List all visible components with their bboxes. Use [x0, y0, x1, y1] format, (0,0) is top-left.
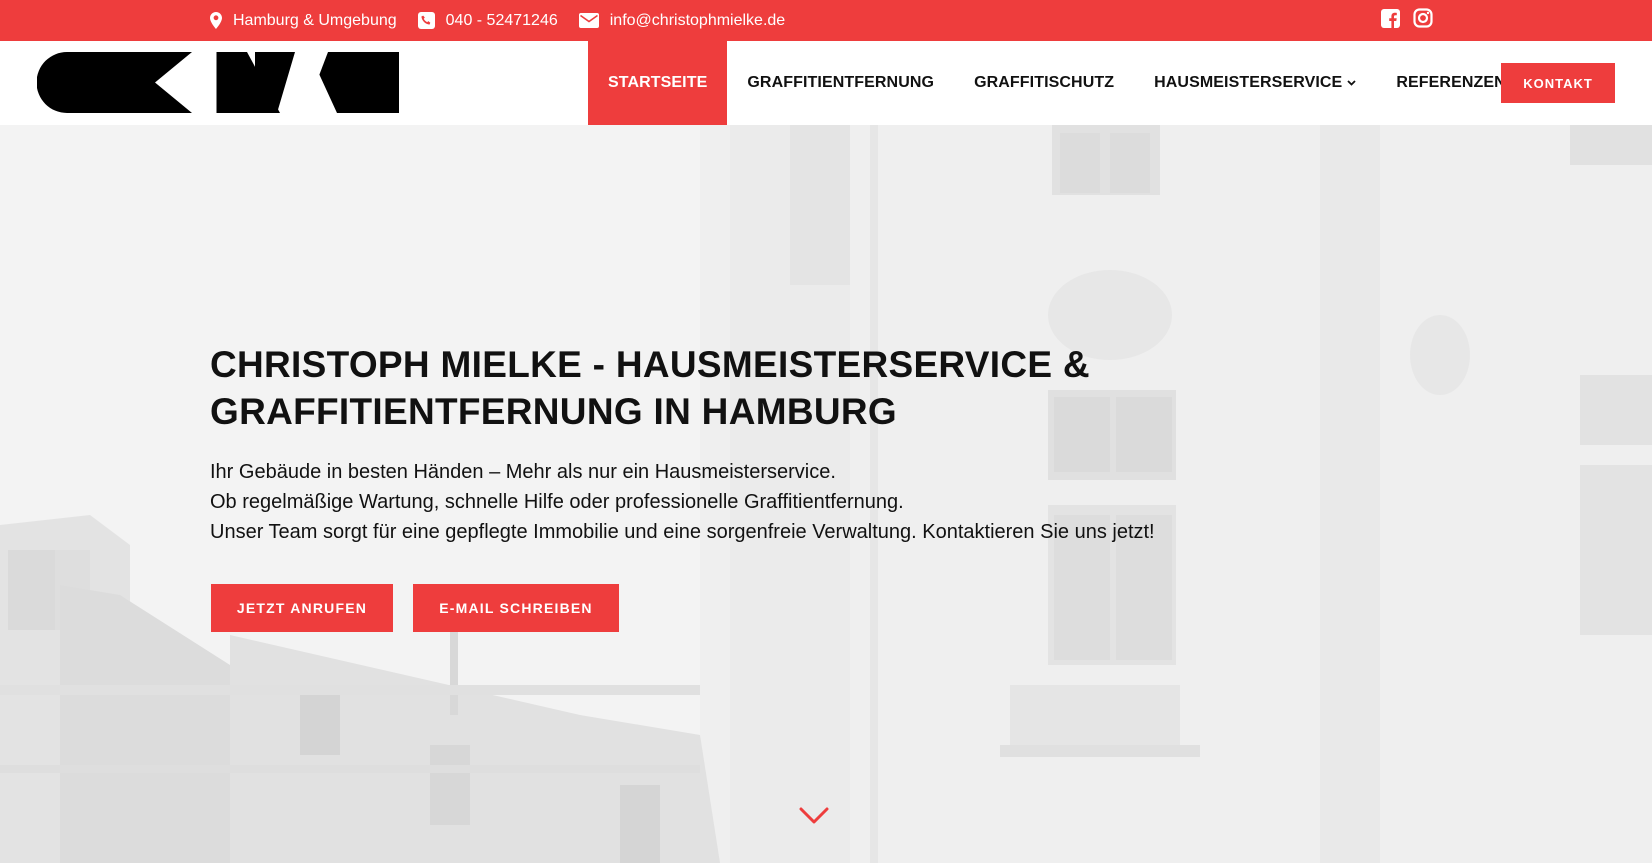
- site-logo[interactable]: [36, 52, 399, 113]
- nav-graffitientfernung-label: GRAFFITIENTFERNUNG: [747, 74, 935, 91]
- hero-text-line-2: Ob regelmäßige Wartung, schnelle Hilfe o…: [210, 491, 904, 513]
- hero-title: CHRISTOPH MIELKE - HAUSMEISTERSERVICE & …: [210, 341, 1410, 435]
- hero-content: CHRISTOPH MIELKE - HAUSMEISTERSERVICE & …: [210, 341, 1410, 547]
- write-email-button[interactable]: E-MAIL SCHREIBEN: [413, 584, 619, 632]
- scroll-down-arrow-icon[interactable]: [799, 807, 829, 830]
- nav-graffitientfernung[interactable]: GRAFFITIENTFERNUNG: [727, 41, 954, 125]
- hero-title-line-2: GRAFFITIENTFERNUNG IN HAMBURG: [210, 391, 897, 432]
- top-info-bar: Hamburg & Umgebung 040 - 52471246 info@c…: [0, 0, 1652, 41]
- kontakt-button[interactable]: KONTAKT: [1501, 63, 1615, 103]
- social-links: [1381, 0, 1446, 41]
- hero-title-line-1: CHRISTOPH MIELKE - HAUSMEISTERSERVICE &: [210, 344, 1090, 385]
- contact-info: Hamburg & Umgebung 040 - 52471246 info@c…: [210, 0, 806, 41]
- nav-hausmeisterservice-label: HAUSMEISTERSERVICE: [1154, 74, 1343, 91]
- hero-buttons: JETZT ANRUFEN E-MAIL SCHREIBEN: [211, 584, 639, 632]
- facebook-icon[interactable]: [1381, 8, 1400, 33]
- email-text[interactable]: info@christophmielke.de: [610, 12, 785, 30]
- main-header: STARTSEITE GRAFFITIENTFERNUNG GRAFFITISC…: [0, 41, 1652, 125]
- nav-startseite-label: STARTSEITE: [608, 74, 708, 91]
- hero-text-line-1: Ihr Gebäude in besten Händen – Mehr als …: [210, 461, 836, 483]
- call-now-button[interactable]: JETZT ANRUFEN: [211, 584, 393, 632]
- instagram-icon[interactable]: [1413, 8, 1433, 33]
- nav-startseite[interactable]: STARTSEITE: [588, 41, 728, 125]
- main-navigation: STARTSEITE GRAFFITIENTFERNUNG GRAFFITISC…: [588, 41, 1526, 125]
- hero-description: Ihr Gebäude in besten Händen – Mehr als …: [210, 457, 1410, 547]
- location-text: Hamburg & Umgebung: [233, 11, 397, 29]
- chevron-down-icon: [1347, 78, 1356, 89]
- phone-text[interactable]: 040 - 52471246: [446, 12, 558, 30]
- phone-icon: [417, 12, 435, 29]
- location-info: Hamburg & Umgebung: [210, 12, 397, 30]
- hero-text-line-3: Unser Team sorgt für eine gepflegte Immo…: [210, 521, 1155, 543]
- nav-graffitischutz[interactable]: GRAFFITISCHUTZ: [954, 41, 1134, 125]
- envelope-icon: [578, 13, 599, 28]
- nav-graffitischutz-label: GRAFFITISCHUTZ: [974, 74, 1115, 91]
- map-pin-icon: [210, 12, 222, 29]
- nav-referenzen-label: REFERENZEN: [1396, 74, 1506, 91]
- email-info[interactable]: info@christophmielke.de: [578, 12, 785, 30]
- hero-section: CHRISTOPH MIELKE - HAUSMEISTERSERVICE & …: [0, 125, 1652, 863]
- nav-hausmeisterservice[interactable]: HAUSMEISTERSERVICE: [1134, 41, 1376, 125]
- phone-info[interactable]: 040 - 52471246: [417, 12, 558, 30]
